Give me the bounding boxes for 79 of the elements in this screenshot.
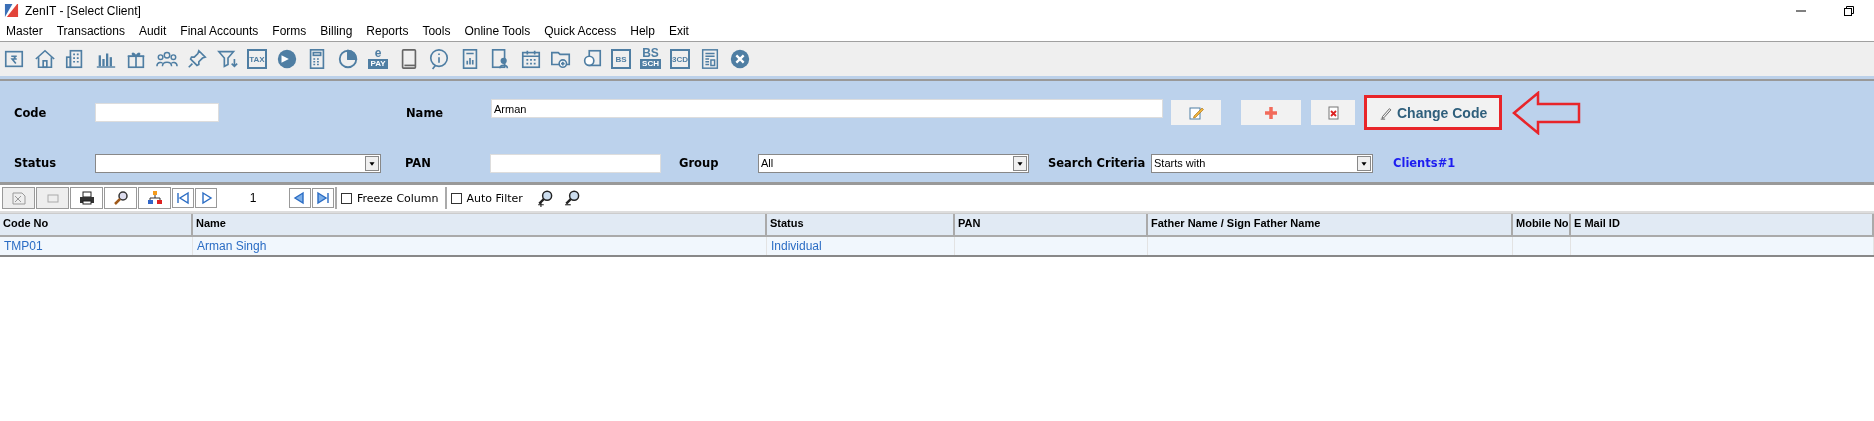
excel-export-button[interactable] bbox=[2, 187, 35, 209]
page-number: 1 bbox=[248, 191, 258, 205]
field-label: Name bbox=[406, 105, 445, 120]
add-button[interactable] bbox=[1241, 100, 1301, 125]
field-label: Search Criteria bbox=[1048, 156, 1147, 170]
column-header[interactable]: Status bbox=[767, 214, 955, 235]
last-page-button[interactable] bbox=[312, 188, 334, 208]
pin-icon[interactable] bbox=[186, 48, 208, 70]
zoom-in-icon[interactable] bbox=[536, 189, 555, 207]
menu-item[interactable]: Exit bbox=[668, 24, 689, 38]
column-header[interactable]: Father Name / Sign Father Name bbox=[1148, 214, 1513, 235]
user-doc-icon[interactable] bbox=[489, 48, 511, 70]
menu-item[interactable]: Reports bbox=[366, 24, 409, 38]
name-field[interactable]: Arman bbox=[491, 99, 1163, 118]
delete-doc-icon bbox=[1325, 104, 1341, 121]
toolbar-button[interactable]: e PAY bbox=[367, 47, 389, 71]
pencil-icon bbox=[1188, 104, 1204, 121]
menu-item[interactable]: Tools bbox=[422, 24, 451, 38]
toolbar-button[interactable]: TAX bbox=[247, 49, 267, 69]
toolbar-button[interactable]: BS bbox=[611, 49, 631, 69]
next-page-button[interactable] bbox=[195, 188, 217, 208]
search-icon bbox=[112, 190, 129, 206]
search-button[interactable] bbox=[104, 187, 137, 209]
hierarchy-button[interactable] bbox=[138, 187, 171, 209]
menu-item[interactable]: Help bbox=[630, 24, 655, 38]
field-label: Status bbox=[14, 156, 58, 170]
close-icon[interactable] bbox=[729, 48, 751, 70]
info-icon[interactable] bbox=[428, 48, 450, 70]
search-criteria-dropdown[interactable]: Starts with bbox=[1151, 153, 1373, 173]
spreadsheet-icon bbox=[10, 190, 27, 206]
menu-item[interactable]: Quick Access bbox=[544, 24, 617, 38]
menu-item[interactable]: Transactions bbox=[56, 24, 125, 38]
client-count: Clients#1 bbox=[1393, 156, 1456, 170]
calendar-icon[interactable] bbox=[519, 48, 542, 70]
freeze-column-checkbox[interactable]: Freeze Column bbox=[335, 187, 444, 209]
toolbar-button[interactable]: 3CD bbox=[670, 49, 690, 69]
field-label: Group bbox=[679, 156, 720, 170]
menu-item[interactable]: Billing bbox=[320, 24, 353, 38]
menu-item[interactable]: Audit bbox=[138, 24, 167, 38]
print-button[interactable] bbox=[70, 187, 103, 209]
menu-item[interactable]: Final Accounts bbox=[180, 24, 259, 38]
field-label: PAN bbox=[405, 156, 432, 170]
column-header[interactable]: E Mail ID bbox=[1571, 214, 1874, 235]
group-dropdown[interactable]: All bbox=[758, 153, 1029, 173]
zoom-out-icon[interactable] bbox=[563, 189, 582, 207]
menu-item[interactable]: Master bbox=[6, 24, 43, 38]
last-page-icon bbox=[315, 190, 331, 206]
edit-button[interactable] bbox=[1171, 100, 1221, 125]
menu-item[interactable]: Online Tools bbox=[464, 24, 531, 38]
table-cell: TMP01 bbox=[0, 237, 193, 255]
filter-icon[interactable] bbox=[216, 48, 239, 70]
auto-filter-checkbox[interactable]: Auto Filter bbox=[444, 187, 528, 209]
menu-item[interactable]: Forms bbox=[272, 24, 307, 38]
column-header[interactable]: Name bbox=[193, 214, 767, 235]
pan-field[interactable] bbox=[490, 153, 661, 173]
first-page-button[interactable] bbox=[172, 188, 194, 208]
printer-icon bbox=[78, 190, 95, 206]
arrow-annotation bbox=[1512, 90, 1583, 135]
rupee-folder-icon[interactable] bbox=[3, 48, 25, 70]
code-field[interactable] bbox=[95, 103, 219, 122]
hierarchy-icon bbox=[146, 190, 163, 206]
restore-icon[interactable] bbox=[1843, 4, 1855, 17]
column-header[interactable]: PAN bbox=[955, 214, 1148, 235]
table-cell: Individual bbox=[767, 237, 955, 255]
previous-page-button[interactable] bbox=[289, 188, 311, 208]
pencil-icon bbox=[1379, 105, 1393, 120]
field-label: Code bbox=[14, 105, 48, 120]
first-page-icon bbox=[175, 190, 191, 206]
app-logo-icon bbox=[4, 3, 19, 18]
table-cell: Arman Singh bbox=[193, 237, 767, 255]
pie-icon[interactable] bbox=[336, 48, 359, 70]
home-icon[interactable] bbox=[33, 48, 56, 70]
column-header[interactable]: Code No bbox=[0, 214, 193, 235]
window-title: ZenIT - [Select Client] bbox=[25, 3, 141, 18]
plus-icon bbox=[1263, 104, 1279, 121]
toolbar-button[interactable]: BS SCH bbox=[639, 47, 662, 71]
change-code-button[interactable]: Change Code bbox=[1364, 95, 1503, 130]
delete-button[interactable] bbox=[1311, 100, 1355, 125]
column-header[interactable]: Mobile No bbox=[1513, 214, 1571, 235]
